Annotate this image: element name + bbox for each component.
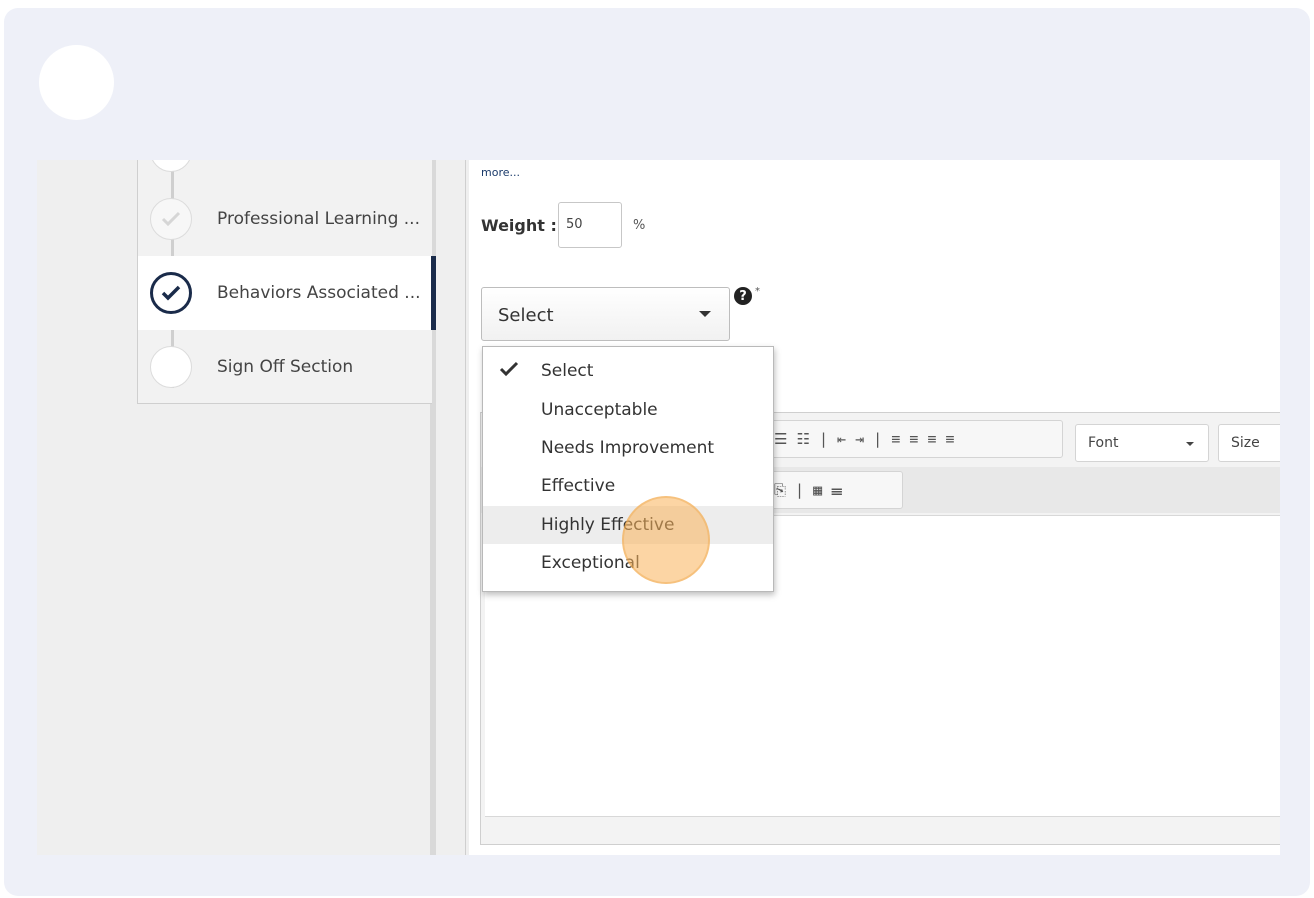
caret-down-icon: [1186, 442, 1194, 446]
more-link[interactable]: more...: [481, 166, 520, 179]
step-label: Sign Off Section: [217, 357, 354, 377]
option-label: Effective: [541, 476, 616, 496]
option-effective[interactable]: Effective: [483, 467, 773, 505]
insert-tools[interactable]: ⎘ | ▦ ☰: [763, 471, 903, 509]
step-behaviors-associated[interactable]: Behaviors Associated ...: [138, 256, 436, 330]
weight-label: Weight :: [481, 216, 557, 235]
font-select-label: Font: [1088, 435, 1119, 451]
paragraph-tools[interactable]: ☰ ☷ | ⇤ ⇥ | ≡ ≡ ≡ ≡: [763, 420, 1063, 458]
app-screenshot: Professional Learning ... Behaviors Asso…: [37, 160, 1280, 855]
avatar: [39, 45, 114, 120]
option-label: Needs Improvement: [541, 438, 715, 458]
option-label: Select: [541, 361, 594, 381]
size-select-label: Size: [1231, 435, 1260, 451]
font-select[interactable]: Font: [1075, 424, 1209, 462]
step-sign-off-section[interactable]: Sign Off Section: [138, 330, 432, 404]
weight-input[interactable]: 50: [558, 202, 622, 248]
step-current-check-icon: [150, 272, 192, 314]
size-select[interactable]: Size: [1218, 424, 1280, 462]
click-indicator: [622, 496, 710, 584]
option-select[interactable]: Select: [483, 352, 773, 390]
content-border: [465, 160, 466, 855]
option-label: Unacceptable: [541, 400, 658, 420]
required-marker: *: [755, 286, 760, 297]
option-needs-improvement[interactable]: Needs Improvement: [483, 429, 773, 467]
weight-unit: %: [633, 218, 646, 233]
section-steps: Professional Learning ... Behaviors Asso…: [137, 160, 436, 404]
step-label: Behaviors Associated ...: [217, 283, 421, 303]
step-professional-learning[interactable]: Professional Learning ...: [138, 182, 432, 256]
checkmark-icon: [499, 361, 519, 381]
rating-select[interactable]: Select: [481, 287, 730, 341]
step-label: Professional Learning ...: [217, 209, 420, 229]
step-pending-icon: [150, 346, 192, 388]
step-circle-previous: [150, 160, 192, 172]
step-complete-icon: [150, 198, 192, 240]
caret-down-icon: [699, 311, 711, 317]
rating-select-value: Select: [498, 305, 554, 326]
option-unacceptable[interactable]: Unacceptable: [483, 391, 773, 429]
help-icon[interactable]: ?: [734, 287, 752, 305]
